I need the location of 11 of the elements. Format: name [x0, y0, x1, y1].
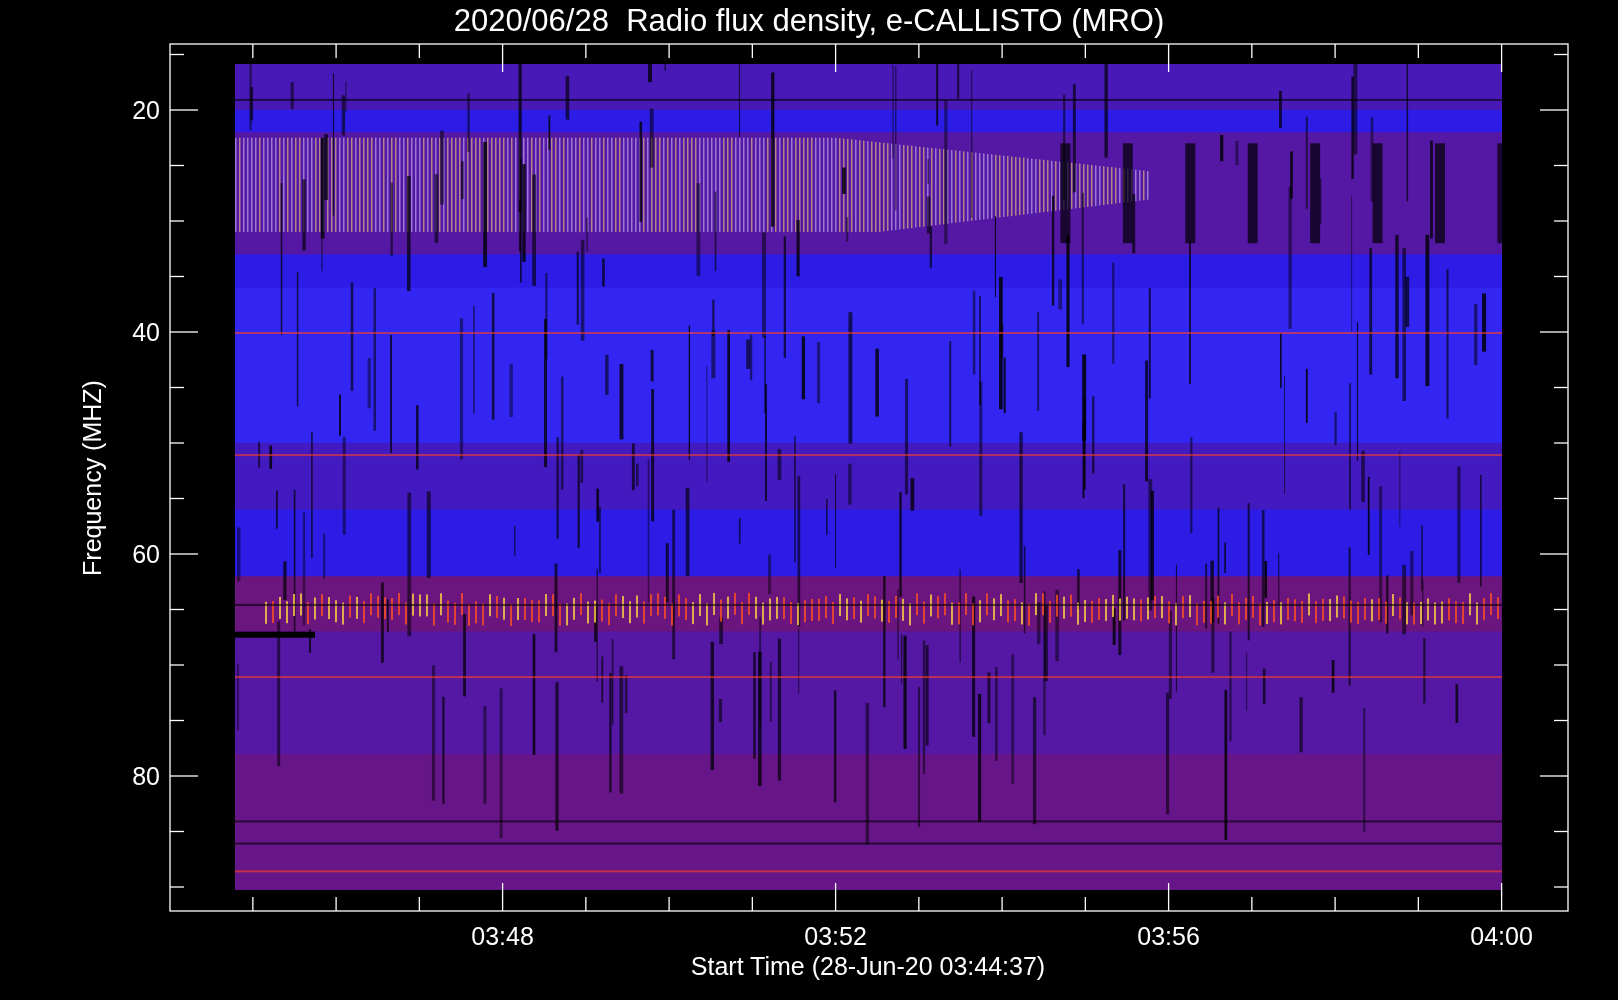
y-tick-label: 80 — [132, 762, 160, 790]
x-tick-label: 03:48 — [471, 922, 534, 950]
y-axis-title: Frequency (MHZ) — [78, 380, 106, 576]
x-tick-label: 03:52 — [804, 922, 867, 950]
x-axis-title: Start Time (28-Jun-20 03:44:37) — [690, 952, 1046, 980]
x-tick-label: 03:56 — [1137, 922, 1200, 950]
y-tick-label: 40 — [132, 318, 160, 346]
chart-title: 2020/06/28 Radio flux density, e-CALLISTO (MRO) — [453, 3, 1165, 38]
y-tick-label: 20 — [132, 96, 160, 124]
y-tick-label: 60 — [132, 540, 160, 568]
x-tick-label: 04:00 — [1470, 922, 1533, 950]
